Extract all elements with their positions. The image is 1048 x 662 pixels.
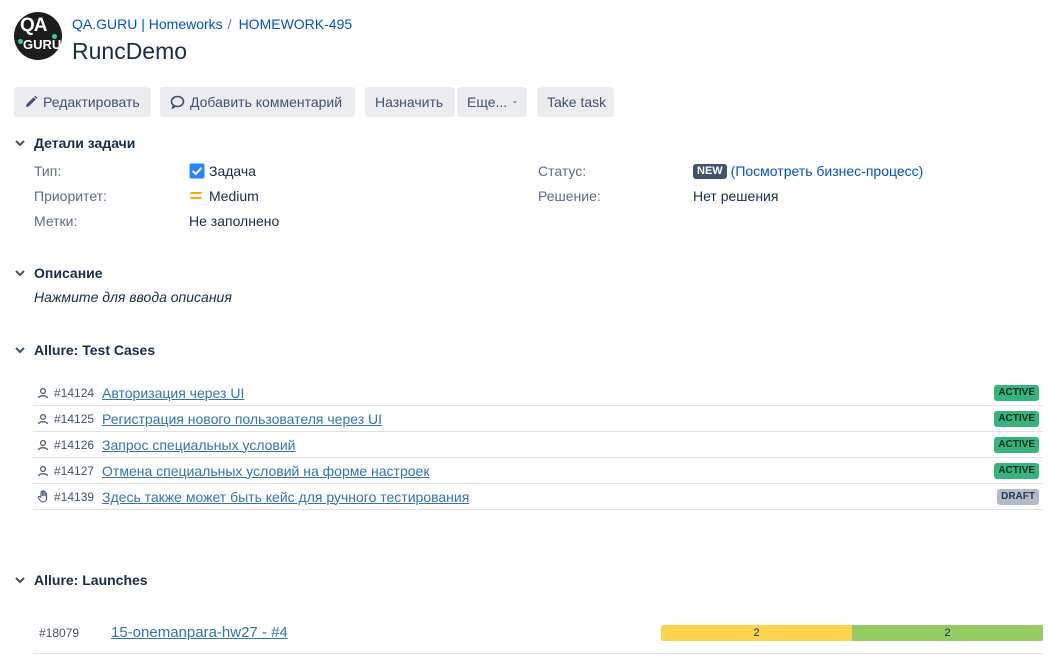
launches-heading: Allure: Launches [34, 572, 148, 588]
test-case-id: #14124 [54, 385, 95, 400]
test-case-link[interactable]: Отмена специальных условий на форме наст… [102, 463, 429, 479]
user-icon [37, 465, 51, 477]
priority-medium-icon [190, 192, 202, 199]
user-icon [37, 439, 51, 451]
assign-button-label: Назначить [375, 94, 444, 110]
comment-icon [170, 95, 185, 109]
more-button[interactable]: Еще... [457, 87, 527, 117]
priority-value-text: Medium [209, 188, 259, 204]
test-case-link[interactable]: Авторизация через UI [102, 385, 244, 401]
edit-button[interactable]: Редактировать [14, 87, 151, 117]
launch-result-bar[interactable]: 2 2 [661, 625, 1043, 641]
view-workflow-link[interactable]: (Посмотреть бизнес-процесс) [731, 163, 924, 179]
status-badge: NEW [693, 163, 727, 179]
test-case-id: #14139 [54, 489, 95, 504]
add-comment-label: Добавить комментарий [190, 94, 343, 110]
resolution-value: Нет решения [693, 188, 779, 204]
status-badge: ACTIVE [994, 411, 1039, 427]
edit-button-label: Редактировать [43, 94, 140, 110]
take-task-button[interactable]: Take task [537, 87, 614, 117]
user-icon [37, 387, 51, 399]
hand-icon [37, 490, 51, 503]
list-item: #14124 Авторизация через UI ACTIVE [33, 380, 1043, 406]
details-heading: Детали задачи [34, 135, 136, 151]
list-item: #14125 Регистрация нового пользователя ч… [33, 406, 1043, 432]
priority-label: Приоритет: [34, 188, 107, 204]
user-icon [37, 413, 51, 425]
status-value: NEW (Посмотреть бизнес-процесс) [693, 163, 923, 179]
test-case-id: #14125 [54, 411, 95, 426]
avatar-dot [52, 34, 57, 39]
list-item: #14126 Запрос специальных условий ACTIVE [33, 432, 1043, 458]
test-case-link[interactable]: Здесь также может быть кейс для ручного … [102, 489, 469, 505]
take-task-label: Take task [547, 94, 607, 110]
breadcrumb-issue-link[interactable]: HOMEWORK-495 [239, 16, 353, 32]
breadcrumb-separator: / [227, 16, 232, 32]
status-badge: ACTIVE [994, 437, 1039, 453]
add-comment-button[interactable]: Добавить комментарий [160, 87, 355, 117]
test-case-link[interactable]: Регистрация нового пользователя через UI [102, 411, 382, 427]
task-checkbox-icon [189, 163, 205, 179]
labels-value[interactable]: Не заполнено [189, 213, 279, 229]
issue-toolbar: Редактировать Добавить комментарий Назна… [14, 87, 614, 117]
list-item: #14127 Отмена специальных условий на фор… [33, 458, 1043, 484]
description-heading: Описание [34, 265, 103, 281]
launches-section-toggle[interactable]: Allure: Launches [14, 572, 148, 588]
labels-label: Метки: [34, 213, 78, 229]
issue-header: QA GURU QA.GURU | Homeworks / HOMEWORK-495… [14, 12, 1034, 64]
breadcrumb-project-link[interactable]: QA.GURU | Homeworks [72, 16, 223, 32]
description-placeholder[interactable]: Нажмите для ввода описания [34, 289, 232, 305]
type-value: Задача [189, 163, 256, 179]
status-badge: ACTIVE [994, 385, 1039, 401]
page-title: RuncDemo [72, 38, 188, 64]
test-case-link[interactable]: Запрос специальных условий [102, 437, 295, 453]
more-button-label: Еще... [467, 94, 508, 110]
resolution-label: Решение: [538, 188, 601, 204]
priority-value: Medium [189, 188, 259, 204]
launch-segment: 2 [661, 625, 852, 641]
test-cases-heading: Allure: Test Cases [34, 342, 156, 358]
test-case-id: #14127 [54, 463, 95, 478]
chevron-down-icon [15, 140, 25, 147]
details-section-toggle[interactable]: Детали задачи [14, 135, 135, 151]
chevron-down-icon [513, 100, 517, 104]
avatar-text-bottom: GURU [23, 37, 62, 52]
chevron-down-icon [15, 577, 25, 584]
type-value-text: Задача [209, 163, 256, 179]
status-badge: ACTIVE [994, 463, 1039, 479]
chevron-down-icon [15, 347, 25, 354]
breadcrumb: QA.GURU | Homeworks / HOMEWORK-495 [72, 16, 352, 32]
assign-button[interactable]: Назначить [365, 87, 455, 117]
launch-link[interactable]: 15-onemanpara-hw27 - #4 [111, 624, 288, 641]
launch-segment: 2 [852, 625, 1043, 641]
test-case-list: #14124 Авторизация через UI ACTIVE #1412… [33, 380, 1043, 510]
launch-row: #18079 15-onemanpara-hw27 - #4 2 2 [33, 618, 1043, 654]
project-avatar[interactable]: QA GURU [14, 12, 62, 60]
launch-id: #18079 [39, 626, 80, 640]
chevron-down-icon [15, 270, 25, 277]
list-item: #14139 Здесь также может быть кейс для р… [33, 484, 1043, 510]
avatar-text-top: QA [20, 15, 47, 36]
type-label: Тип: [34, 163, 62, 179]
test-case-id: #14126 [54, 437, 95, 452]
status-label: Статус: [538, 163, 587, 179]
avatar-dot [18, 39, 23, 44]
status-badge: DRAFT [997, 489, 1039, 505]
pencil-icon [26, 95, 38, 107]
test-cases-section-toggle[interactable]: Allure: Test Cases [14, 342, 155, 358]
description-section-toggle[interactable]: Описание [14, 265, 103, 281]
